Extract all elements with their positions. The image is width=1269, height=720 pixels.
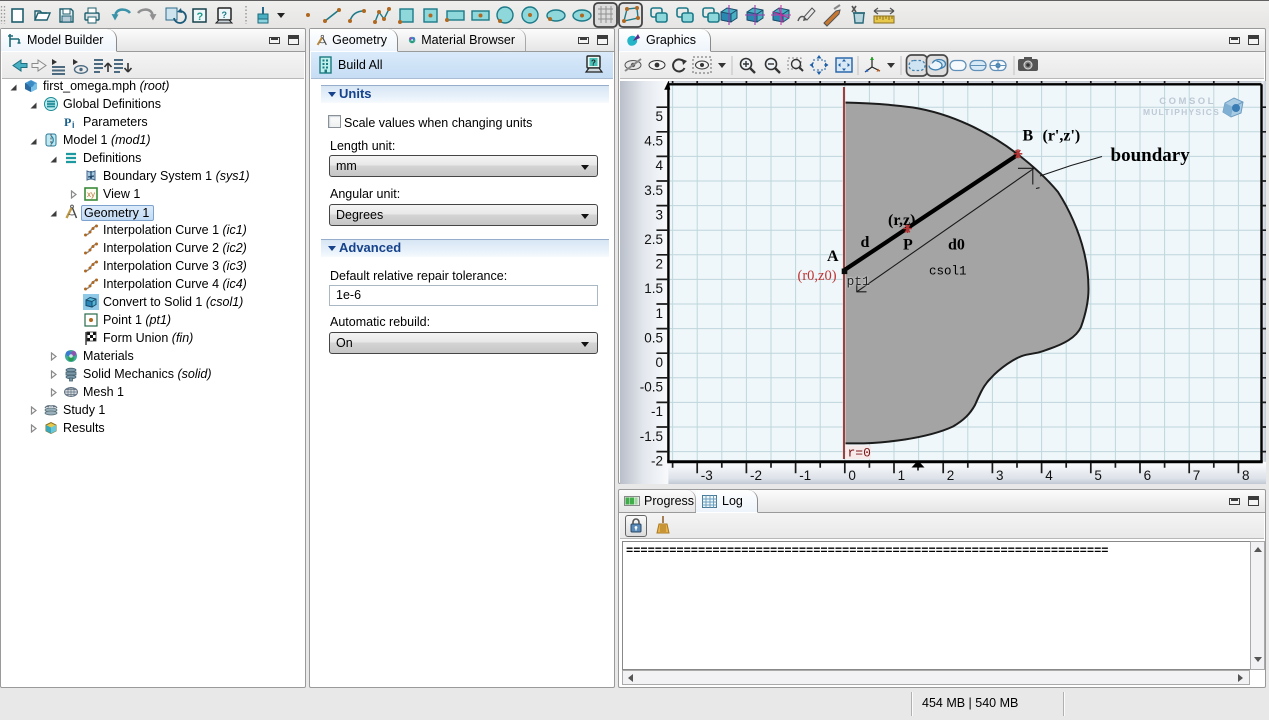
svg-text:d: d: [861, 234, 870, 251]
svg-text:-3: -3: [701, 468, 713, 483]
svg-text:0.5: 0.5: [644, 330, 663, 345]
svg-text:-2: -2: [750, 468, 762, 483]
svg-text:3.5: 3.5: [644, 183, 663, 198]
svg-text:?: ?: [197, 11, 204, 23]
svg-text:3: 3: [655, 207, 663, 222]
svg-text:1: 1: [655, 306, 663, 321]
svg-text:r=0: r=0: [848, 446, 871, 461]
svg-text:boundary: boundary: [1111, 145, 1191, 166]
svg-text:5: 5: [1094, 468, 1102, 483]
svg-text:d0: d0: [948, 237, 965, 254]
svg-text:-0.5: -0.5: [640, 380, 663, 395]
svg-text:P: P: [903, 237, 913, 254]
svg-text:4.5: 4.5: [644, 134, 663, 149]
svg-text:0: 0: [848, 468, 856, 483]
svg-text:(r',z'): (r',z'): [1043, 128, 1081, 145]
svg-text:7: 7: [1193, 468, 1201, 483]
svg-text:1.5: 1.5: [644, 281, 663, 296]
svg-text:-1.5: -1.5: [640, 429, 663, 444]
svg-text:pt1: pt1: [847, 274, 871, 289]
svg-text:COMSOL: COMSOL: [1159, 96, 1216, 107]
svg-text:MULTIPHYSICS: MULTIPHYSICS: [1143, 107, 1220, 117]
svg-text:6: 6: [1144, 468, 1152, 483]
svg-text:xy: xy: [87, 190, 95, 199]
svg-text:-1: -1: [651, 404, 663, 419]
svg-text:2.5: 2.5: [644, 232, 663, 247]
svg-text:i: i: [72, 120, 75, 130]
svg-text:csol1: csol1: [929, 265, 967, 279]
svg-text:-1: -1: [799, 468, 811, 483]
svg-text:B: B: [1023, 128, 1034, 145]
svg-text:4: 4: [1045, 468, 1053, 483]
svg-text:?: ?: [222, 10, 228, 20]
svg-text:4: 4: [655, 158, 663, 173]
svg-text:2: 2: [655, 257, 663, 272]
svg-text:P: P: [64, 115, 71, 129]
svg-text:(r,z): (r,z): [888, 212, 915, 229]
svg-text:0: 0: [655, 355, 663, 370]
svg-text:(r0,z0): (r0,z0): [798, 268, 837, 284]
svg-text:3: 3: [996, 468, 1004, 483]
svg-text:8: 8: [1242, 468, 1250, 483]
svg-text:1: 1: [898, 468, 906, 483]
svg-text:2: 2: [947, 468, 955, 483]
svg-text:5: 5: [655, 109, 663, 124]
svg-text:A: A: [827, 248, 839, 265]
svg-text:-2: -2: [651, 453, 663, 468]
svg-text:?: ?: [591, 59, 596, 68]
